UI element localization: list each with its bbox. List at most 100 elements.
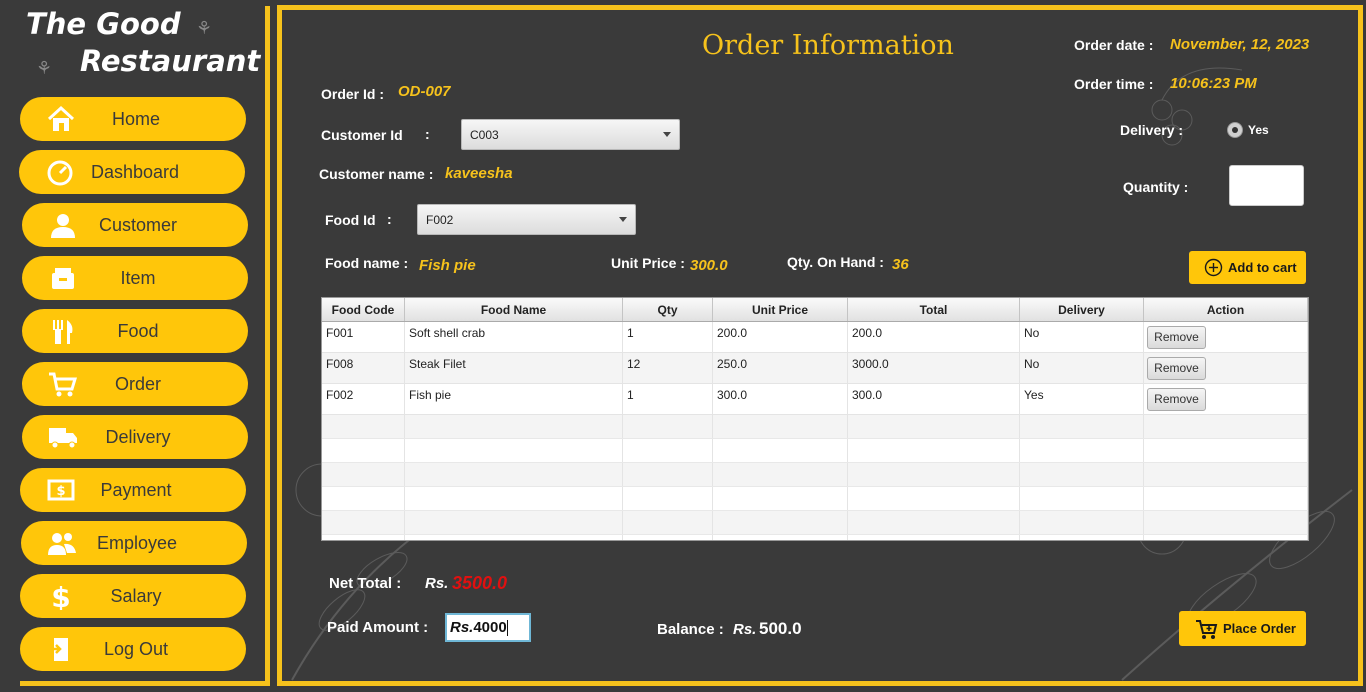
table-row[interactable]: F001 Soft shell crab 1 200.0 200.0 No Remove — [322, 322, 1308, 353]
page-title: Order Information — [702, 30, 954, 61]
nav-item-button[interactable]: Item — [22, 256, 248, 300]
order-date-value: November, 12, 2023 — [1170, 36, 1310, 53]
sidebar-border — [265, 6, 270, 686]
add-to-cart-label: Add to cart — [1228, 260, 1297, 275]
nav-order-button[interactable]: Order — [22, 362, 248, 406]
empty-cell — [405, 463, 623, 486]
empty-cell — [1020, 463, 1144, 486]
paid-amount-label: Paid Amount : — [327, 619, 429, 636]
restaurant-logo: The Good Restaurant — [26, 6, 260, 80]
plus-circle-icon — [1204, 258, 1223, 277]
table-cell: 300.0 — [713, 384, 848, 414]
column-header[interactable]: Food Code — [322, 298, 405, 321]
table-cell-action: Remove — [1144, 384, 1308, 414]
table-cell: 1 — [623, 322, 713, 352]
empty-cell — [405, 511, 623, 534]
empty-cell — [322, 535, 405, 540]
nav-label: Customer — [98, 214, 178, 235]
empty-cell — [713, 439, 848, 462]
remove-button[interactable]: Remove — [1147, 357, 1206, 380]
order-id-value: OD-007 — [398, 83, 451, 100]
delivery-yes-label: Yes — [1248, 123, 1269, 137]
remove-button[interactable]: Remove — [1147, 326, 1206, 349]
paid-amount-input[interactable]: Rs.4000 — [445, 613, 531, 642]
empty-cell — [405, 415, 623, 438]
customer-id-label: Customer Id — [321, 127, 403, 143]
nav-customer-button[interactable]: Customer — [22, 203, 248, 247]
sidebar: The Good Restaurant ⚘ ⚘ Home Dashboard Cus… — [0, 0, 270, 692]
nav-label: Item — [120, 267, 156, 288]
quantity-label: Quantity : — [1123, 179, 1189, 195]
column-header[interactable]: Unit Price — [713, 298, 848, 321]
table-cell-action: Remove — [1144, 353, 1308, 383]
nav-dashboard-button[interactable]: Dashboard — [19, 150, 245, 194]
food-id-select[interactable]: F002 — [417, 204, 636, 235]
food-name-value: Fish pie — [419, 257, 476, 274]
empty-row — [322, 463, 1308, 487]
table-cell: 1 — [623, 384, 713, 414]
table-cell: F002 — [322, 384, 405, 414]
order-id-label: Order Id : — [321, 86, 385, 102]
column-header[interactable]: Qty — [623, 298, 713, 321]
quantity-input[interactable] — [1229, 165, 1304, 206]
food-name-label: Food name : — [325, 255, 409, 271]
empty-cell — [623, 415, 713, 438]
paid-amount-prefix: Rs. — [450, 619, 474, 636]
nav-employee-button[interactable]: Employee — [21, 521, 247, 565]
empty-cell — [623, 511, 713, 534]
food-id-colon: : — [387, 211, 392, 227]
column-header[interactable]: Delivery — [1020, 298, 1144, 321]
add-to-cart-button[interactable]: Add to cart — [1189, 251, 1306, 284]
chevron-down-icon — [663, 132, 671, 137]
balance-label: Balance : — [657, 621, 724, 638]
unit-price-label: Unit Price : — [611, 255, 685, 271]
empty-cell — [1144, 535, 1308, 540]
empty-cell — [1144, 487, 1308, 510]
empty-cell — [1144, 415, 1308, 438]
table-cell: Yes — [1020, 384, 1144, 414]
cart-table: Food Code Food Name Qty Unit Price Total Deli… — [321, 297, 1309, 541]
column-header[interactable]: Total — [848, 298, 1020, 321]
nav-payment-button[interactable]: $ Payment — [20, 468, 246, 512]
table-cell-action: Remove — [1144, 322, 1308, 352]
table-row[interactable]: F002 Fish pie 1 300.0 300.0 Yes Remove — [322, 384, 1308, 415]
remove-button[interactable]: Remove — [1147, 388, 1206, 411]
nav-label: Food — [117, 320, 159, 341]
nav-salary-button[interactable]: $ Salary — [20, 574, 246, 618]
empty-row — [322, 511, 1308, 535]
empty-cell — [848, 463, 1020, 486]
table-header: Food Code Food Name Qty Unit Price Total Deli… — [322, 298, 1308, 322]
table-row[interactable]: F008 Steak Filet 12 250.0 3000.0 No Remove — [322, 353, 1308, 384]
customer-id-select[interactable]: C003 — [461, 119, 680, 150]
net-total-value: 3500.0 — [452, 573, 508, 593]
column-header[interactable]: Food Name — [405, 298, 623, 321]
table-cell: F001 — [322, 322, 405, 352]
empty-cell — [322, 463, 405, 486]
nav-home-button[interactable]: Home — [20, 97, 246, 141]
place-order-button[interactable]: Place Order — [1179, 611, 1306, 646]
unit-price-value: 300.0 — [690, 257, 728, 274]
sidebar-border-bottom — [20, 681, 270, 686]
table-cell: 300.0 — [848, 384, 1020, 414]
empty-row — [322, 415, 1308, 439]
net-total-label: Net Total : — [329, 575, 402, 592]
table-cell: Fish pie — [405, 384, 623, 414]
nav-delivery-button[interactable]: Delivery — [22, 415, 248, 459]
empty-cell — [848, 535, 1020, 540]
empty-cell — [713, 511, 848, 534]
empty-cell — [1020, 535, 1144, 540]
chevron-down-icon — [619, 217, 627, 222]
empty-cell — [1144, 511, 1308, 534]
table-cell: 200.0 — [713, 322, 848, 352]
empty-cell — [623, 487, 713, 510]
empty-cell — [322, 415, 405, 438]
nav-log-out-button[interactable]: Log Out — [20, 627, 246, 671]
empty-cell — [405, 439, 623, 462]
nav-food-button[interactable]: Food — [22, 309, 248, 353]
table-cell: 3000.0 — [848, 353, 1020, 383]
column-header[interactable]: Action — [1144, 298, 1308, 321]
empty-cell — [713, 535, 848, 540]
delivery-yes-radio[interactable] — [1227, 122, 1243, 138]
empty-cell — [322, 487, 405, 510]
nav-label: Dashboard — [90, 161, 180, 182]
